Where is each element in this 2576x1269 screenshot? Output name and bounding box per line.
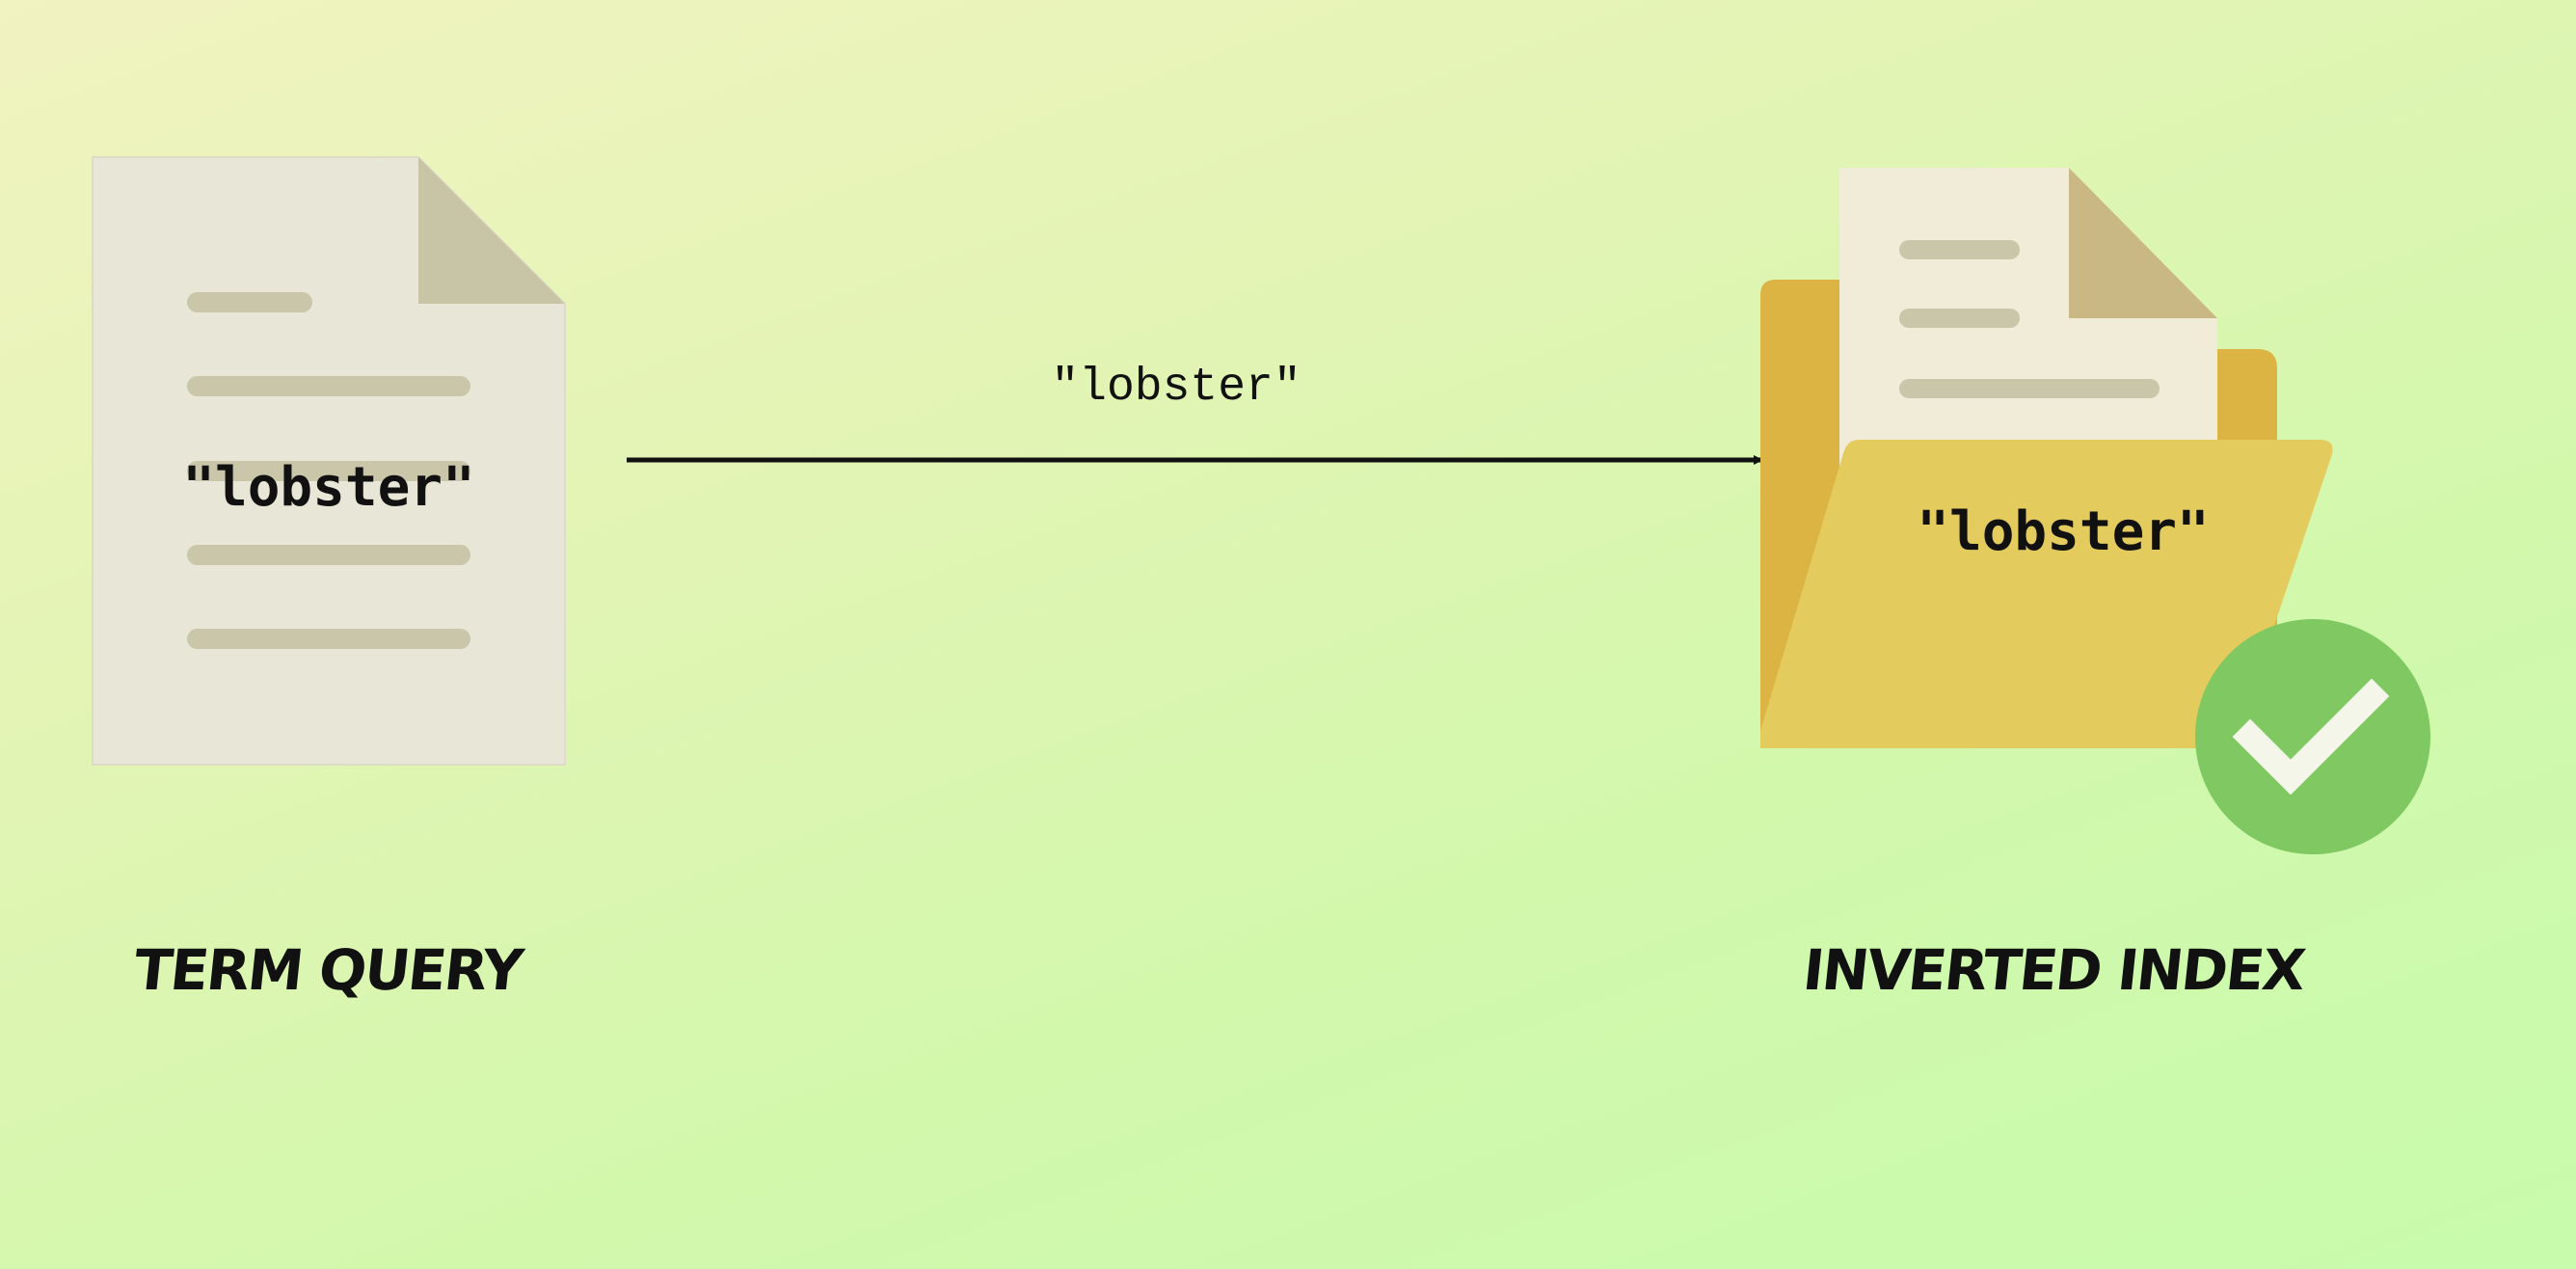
- folder-page-line: [1899, 240, 2020, 259]
- document-line: [187, 376, 470, 396]
- folder-page-fold: [2069, 168, 2217, 318]
- folder-page-line: [1899, 379, 2160, 398]
- diagram-canvas: [92, 156, 2430, 854]
- folder-term-label: "lobster": [1917, 500, 2210, 563]
- document-line: [187, 629, 470, 649]
- document-term-label: "lobster": [182, 456, 475, 519]
- check-circle: [2195, 619, 2430, 854]
- inverted-index-caption: INVERTED INDEX: [1800, 937, 2307, 1003]
- document-line: [187, 545, 470, 565]
- document-line: [187, 292, 312, 312]
- folder-page-line: [1899, 309, 2020, 328]
- checkmark-circle-icon: [2195, 619, 2430, 854]
- term-query-caption: TERM QUERY: [130, 937, 525, 1003]
- document-fold: [418, 157, 565, 304]
- arrow-term-label: "lobster": [1051, 362, 1301, 414]
